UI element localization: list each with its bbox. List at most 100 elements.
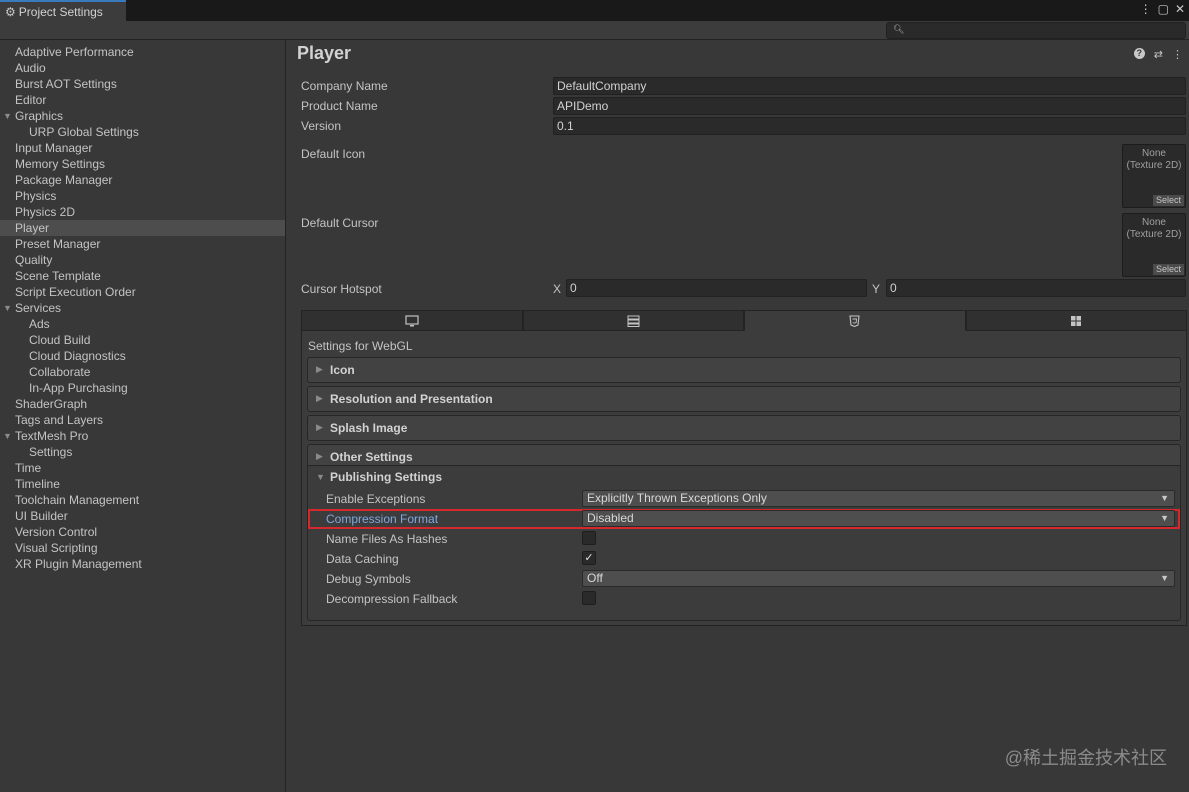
sidebar-item-graphics[interactable]: ▼ Graphics [0, 108, 285, 124]
sidebar-item-audio[interactable]: Audio [0, 60, 285, 76]
sidebar-item-physics-2d[interactable]: Physics 2D [0, 204, 285, 220]
sidebar-item-package-manager[interactable]: Package Manager [0, 172, 285, 188]
select-button[interactable]: Select [1152, 195, 1184, 206]
sidebar-item-script-execution-order[interactable]: Script Execution Order [0, 284, 285, 300]
sidebar-item-settings[interactable]: Settings [0, 444, 285, 460]
sidebar-item-label: Settings [29, 445, 73, 459]
debug-symbols-label: Debug Symbols [326, 572, 411, 586]
tab-desktop[interactable] [301, 310, 523, 331]
maximize-icon[interactable]: ▢ [1158, 2, 1169, 16]
platform-tabs [301, 310, 1187, 331]
sidebar-item-physics[interactable]: Physics [0, 188, 285, 204]
sidebar-item-label: Time [15, 461, 42, 475]
foldout-splash[interactable]: ▶ Splash Image [307, 415, 1181, 441]
close-icon[interactable]: ✕ [1175, 2, 1185, 16]
company-name-label: Company Name [301, 79, 388, 93]
sidebar-item-adaptive-performance[interactable]: Adaptive Performance [0, 44, 285, 60]
compression-format-dropdown[interactable]: Disabled ▼ [582, 510, 1175, 527]
player-settings-panel: Player ? ⇄ ⋮ Company Name DefaultCompany… [287, 40, 1189, 792]
chevron-down-icon[interactable]: ▼ [3, 428, 12, 444]
sidebar-item-shadergraph[interactable]: ShaderGraph [0, 396, 285, 412]
enable-exceptions-dropdown[interactable]: Explicitly Thrown Exceptions Only ▼ [582, 490, 1175, 507]
sidebar-item-editor[interactable]: Editor [0, 92, 285, 108]
sidebar-item-label: Tags and Layers [15, 413, 104, 427]
window-titlebar: ⚙ Project Settings ⋮ ▢ ✕ [0, 0, 1189, 21]
more-icon[interactable]: ⋮ [1140, 2, 1152, 16]
hotspot-x-field[interactable]: 0 [566, 279, 867, 297]
sidebar-item-label: Physics 2D [15, 205, 76, 219]
default-cursor-slot[interactable]: None (Texture 2D) Select [1122, 213, 1186, 277]
default-icon-slot[interactable]: None (Texture 2D) Select [1122, 144, 1186, 208]
dropdown-value: Disabled [587, 511, 634, 525]
sidebar-item-cloud-diagnostics[interactable]: Cloud Diagnostics [0, 348, 285, 364]
search-input[interactable]: 🔍︎ [886, 22, 1186, 39]
desktop-icon [405, 314, 419, 326]
decompression-fallback-checkbox[interactable] [582, 591, 596, 605]
sidebar-item-preset-manager[interactable]: Preset Manager [0, 236, 285, 252]
tab-dedicated-server[interactable] [522, 310, 744, 331]
sidebar-item-time[interactable]: Time [0, 460, 285, 476]
sidebar-item-ui-builder[interactable]: UI Builder [0, 508, 285, 524]
sidebar-item-label: Script Execution Order [15, 285, 136, 299]
sidebar-item-burst-aot-settings[interactable]: Burst AOT Settings [0, 76, 285, 92]
sidebar-item-cloud-build[interactable]: Cloud Build [0, 332, 285, 348]
chevron-down-icon[interactable]: ▼ [316, 472, 325, 482]
sidebar-item-label: Input Manager [15, 141, 93, 155]
help-icon[interactable]: ? [1133, 48, 1145, 59]
product-name-field[interactable]: APIDemo [553, 97, 1186, 115]
tab-windows[interactable] [965, 310, 1187, 331]
sidebar-item-timeline[interactable]: Timeline [0, 476, 285, 492]
tab-webgl[interactable] [744, 310, 966, 331]
data-caching-checkbox[interactable]: ✓ [582, 551, 596, 565]
debug-symbols-dropdown[interactable]: Off ▼ [582, 570, 1175, 587]
select-button[interactable]: Select [1152, 264, 1184, 275]
dedicated-server-icon [627, 315, 640, 327]
sidebar-item-quality[interactable]: Quality [0, 252, 285, 268]
sidebar-item-visual-scripting[interactable]: Visual Scripting [0, 540, 285, 556]
chevron-right-icon: ▶ [316, 422, 323, 432]
publishing-settings-title[interactable]: Publishing Settings [330, 470, 442, 484]
preset-icon[interactable]: ⇄ [1154, 48, 1163, 61]
sidebar-item-label: Adaptive Performance [15, 45, 134, 59]
company-name-field[interactable]: DefaultCompany [553, 77, 1186, 95]
sidebar-item-in-app-purchasing[interactable]: In-App Purchasing [0, 380, 285, 396]
sidebar-item-label: Cloud Diagnostics [29, 349, 126, 363]
sidebar-item-label: Editor [15, 93, 47, 107]
project-settings-tab[interactable]: ⚙ Project Settings [0, 0, 126, 21]
sidebar-item-label: Visual Scripting [15, 541, 98, 555]
chevron-right-icon: ▶ [316, 364, 323, 374]
chevron-down-icon[interactable]: ▼ [3, 300, 12, 316]
sidebar-item-toolchain-management[interactable]: Toolchain Management [0, 492, 285, 508]
webgl-icon [849, 314, 860, 327]
texture-type-text: (Texture 2D) [1126, 160, 1182, 171]
sidebar-item-textmesh-pro[interactable]: ▼ TextMesh Pro [0, 428, 285, 444]
sidebar-item-version-control[interactable]: Version Control [0, 524, 285, 540]
sidebar-item-tags-and-layers[interactable]: Tags and Layers [0, 412, 285, 428]
more-icon[interactable]: ⋮ [1172, 48, 1183, 61]
name-files-as-hashes-checkbox[interactable] [582, 531, 596, 545]
sidebar-item-label: Timeline [15, 477, 60, 491]
chevron-down-icon[interactable]: ▼ [3, 108, 12, 124]
foldout-resolution[interactable]: ▶ Resolution and Presentation [307, 386, 1181, 412]
sidebar-item-scene-template[interactable]: Scene Template [0, 268, 285, 284]
hotspot-y-label: Y [872, 282, 881, 296]
sidebar-item-collaborate[interactable]: Collaborate [0, 364, 285, 380]
hotspot-y-field[interactable]: 0 [886, 279, 1186, 297]
sidebar-item-player[interactable]: Player [0, 220, 285, 236]
sidebar-item-services[interactable]: ▼ Services [0, 300, 285, 316]
hotspot-x-label: X [553, 282, 562, 296]
sidebar-item-label: Cloud Build [29, 333, 91, 347]
sidebar-item-memory-settings[interactable]: Memory Settings [0, 156, 285, 172]
dropdown-value: Explicitly Thrown Exceptions Only [587, 491, 767, 505]
sidebar-item-label: Burst AOT Settings [15, 77, 117, 91]
foldout-label: Icon [330, 363, 355, 377]
sidebar-item-input-manager[interactable]: Input Manager [0, 140, 285, 156]
decompression-fallback-label: Decompression Fallback [326, 592, 458, 606]
sidebar-item-urp-global-settings[interactable]: URP Global Settings [0, 124, 285, 140]
sidebar-item-ads[interactable]: Ads [0, 316, 285, 332]
version-field[interactable]: 0.1 [553, 117, 1186, 135]
sidebar-item-label: Collaborate [29, 365, 91, 379]
foldout-icon-section[interactable]: ▶ Icon [307, 357, 1181, 383]
sidebar-item-xr-plugin-management[interactable]: XR Plugin Management [0, 556, 285, 572]
sidebar-item-label: Graphics [15, 109, 64, 123]
